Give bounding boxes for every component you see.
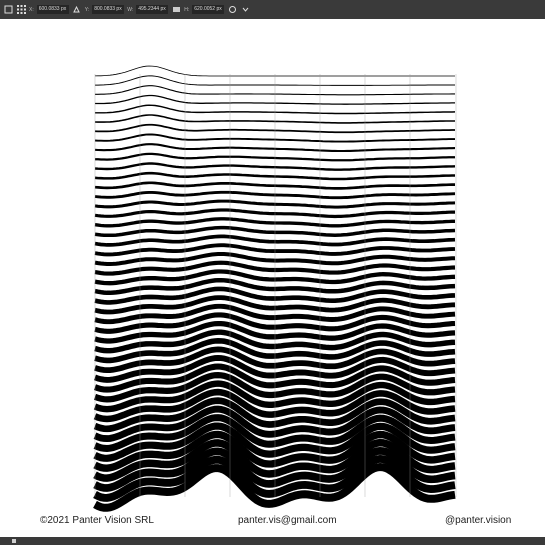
y-position-field[interactable]: 800.0833 px (92, 5, 125, 14)
h-label: H: (184, 6, 190, 13)
move-tool-icon[interactable] (3, 5, 13, 15)
wave-line-art (93, 65, 457, 512)
play-icon[interactable] (12, 539, 16, 543)
status-bar (0, 537, 545, 545)
w-label: W: (127, 6, 134, 13)
y-label: Y: (84, 6, 90, 13)
x-label: X: (29, 6, 34, 13)
reference-point-icon[interactable] (16, 5, 26, 15)
x-position-field[interactable]: 600.0833 px (36, 5, 69, 14)
link-icon[interactable] (171, 5, 181, 15)
delta-icon (72, 5, 82, 15)
settings-icon[interactable] (227, 5, 237, 15)
height-field[interactable]: 620.0052 px (192, 5, 225, 14)
options-bar: X: 600.0833 px Y: 800.0833 px W: 495.234… (0, 0, 545, 19)
chevron-down-icon[interactable] (240, 5, 250, 15)
width-field[interactable]: 495.2344 px (136, 5, 169, 14)
artboard: ©2021 Panter Vision SRL panter.vis@gmail… (0, 19, 545, 537)
